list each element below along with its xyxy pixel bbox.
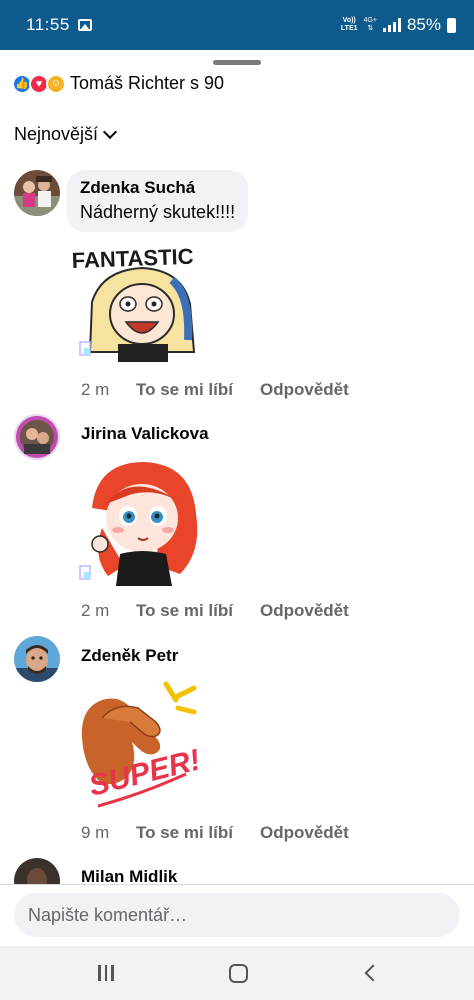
home-icon bbox=[228, 963, 248, 983]
status-time: 11:55 bbox=[26, 15, 70, 34]
chevron-down-icon bbox=[102, 124, 118, 139]
comment-author[interactable]: Zdeněk Petr bbox=[81, 646, 178, 666]
comment-input[interactable] bbox=[14, 893, 460, 937]
sort-label: Nejnovější bbox=[14, 124, 99, 144]
system-nav-bar bbox=[0, 946, 474, 1000]
reactions-summary[interactable]: 👍 ♥ ☺ Tomáš Richter s 90 bbox=[12, 73, 224, 94]
avatar[interactable] bbox=[14, 636, 60, 682]
recents-icon bbox=[98, 965, 114, 981]
back-button[interactable] bbox=[350, 962, 390, 984]
gallery-notification-icon bbox=[77, 19, 92, 31]
home-button[interactable] bbox=[218, 962, 258, 984]
network-type-icon: 4G+ ⇅ bbox=[363, 17, 377, 32]
volte-icon: Vo)) LTE1 bbox=[340, 17, 358, 32]
comment-time[interactable]: 2 m bbox=[81, 601, 136, 621]
like-button[interactable]: To se mi líbí bbox=[136, 601, 260, 621]
status-indicators: Vo)) LTE1 4G+ ⇅ 85% bbox=[341, 15, 456, 35]
avatar[interactable] bbox=[14, 170, 60, 216]
comment-composer bbox=[0, 884, 474, 946]
comment-bubble[interactable]: Zdenka Suchá Nádherný skutek!!!! bbox=[67, 170, 249, 232]
comment-time[interactable]: 9 m bbox=[81, 823, 136, 843]
status-bar: 11:55 Vo)) LTE1 4G+ ⇅ 85% bbox=[0, 0, 474, 50]
recents-button[interactable] bbox=[86, 962, 126, 984]
avatar[interactable] bbox=[14, 414, 60, 460]
battery-icon bbox=[447, 17, 456, 33]
back-icon bbox=[364, 964, 382, 982]
reply-button[interactable]: Odpovědět bbox=[260, 380, 349, 400]
signal-icon bbox=[382, 18, 401, 32]
like-button[interactable]: To se mi líbí bbox=[136, 380, 260, 400]
comment-actions: 9 m To se mi líbí Odpovědět bbox=[81, 823, 349, 843]
care-icon: ☺ bbox=[46, 73, 66, 94]
fantastic-sticker[interactable]: FANTASTIC bbox=[71, 240, 212, 370]
comment-time[interactable]: 2 m bbox=[81, 380, 136, 400]
battery-percent: 85% bbox=[406, 15, 441, 34]
super-sticker[interactable]: SUPER! bbox=[72, 678, 212, 808]
girl-sticker[interactable] bbox=[72, 458, 212, 588]
comment-actions: 2 m To se mi líbí Odpovědět bbox=[81, 601, 349, 621]
reply-button[interactable]: Odpovědět bbox=[260, 601, 349, 621]
reactions-summary-text: Tomáš Richter s 90 bbox=[70, 73, 225, 93]
comment-text: Nádherný skutek!!!! bbox=[80, 202, 236, 222]
reply-button[interactable]: Odpovědět bbox=[260, 823, 349, 843]
comment-author[interactable]: Zdenka Suchá bbox=[80, 178, 235, 198]
sheet-drag-handle[interactable] bbox=[213, 60, 261, 65]
comment-author[interactable]: Jirina Valickova bbox=[81, 424, 209, 444]
like-button[interactable]: To se mi líbí bbox=[136, 823, 260, 843]
sort-dropdown[interactable]: Nejnovější bbox=[14, 124, 118, 145]
comment-actions: 2 m To se mi líbí Odpovědět bbox=[81, 380, 349, 400]
